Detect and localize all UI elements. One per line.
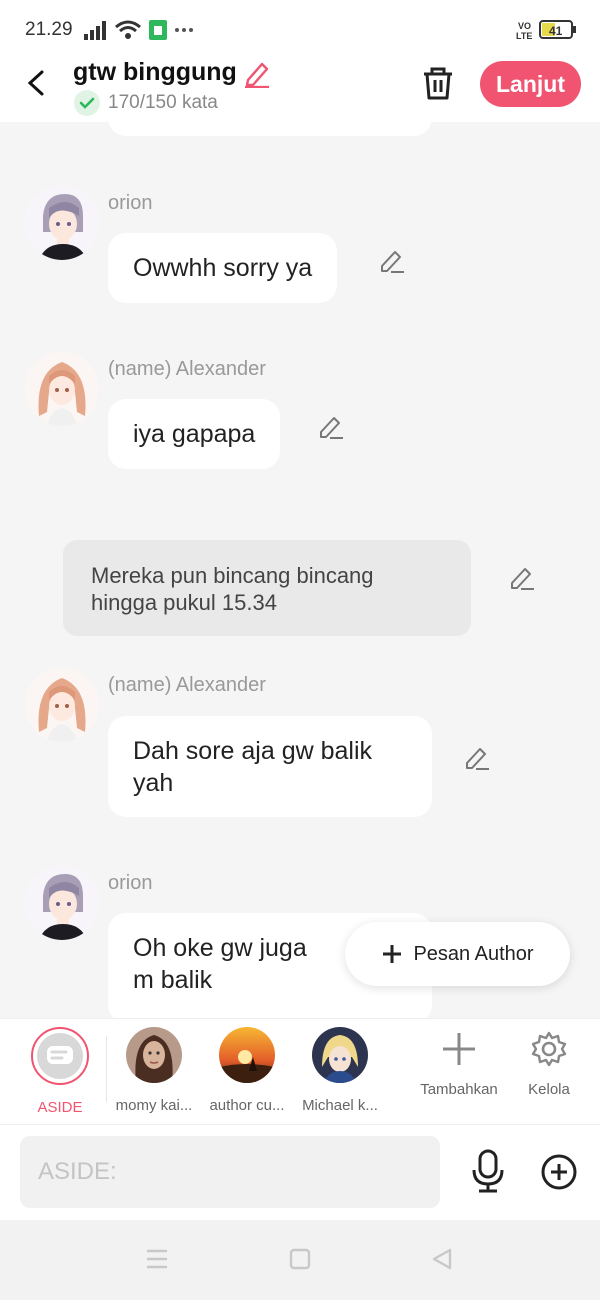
character-label: author cu... [209,1097,285,1114]
message-bubble[interactable]: Owwhh sorry ya [108,233,338,303]
edit-narration-icon[interactable] [508,563,536,591]
story-title[interactable]: gtw binggung [73,58,237,87]
svg-text:VO: VO [518,21,531,31]
character-divider [106,1036,107,1102]
avatar-alexander [25,352,99,426]
back-nav-icon[interactable] [430,1247,454,1271]
manage-label: Kelola [528,1081,570,1098]
message-bubble[interactable]: Dah sore aja gw balik yah [108,716,432,817]
home-icon[interactable] [289,1248,311,1270]
character-label: ASIDE [37,1099,83,1116]
add-label: Tambahkan [420,1081,498,1098]
character-author[interactable]: author cu... [201,1027,293,1114]
momy-avatar [126,1027,182,1083]
battery-icon: VO LTE 41 [516,20,576,41]
author-avatar [219,1027,275,1083]
word-count: 170/150 kata [108,92,218,113]
edit-message-icon[interactable] [317,412,345,440]
trash-icon[interactable] [420,64,456,102]
speaker-name: orion [108,192,153,214]
status-icons [84,20,193,40]
narration-box[interactable]: Mereka pun bincang bincang hingga pukul … [63,540,471,636]
speaker-name: (name) Alexander [108,358,266,380]
add-icon [443,1033,475,1065]
aside-avatar [31,1027,89,1085]
back-arrow-icon[interactable] [24,68,50,98]
next-button[interactable]: Lanjut [480,61,581,107]
character-aside[interactable]: ASIDE [14,1027,106,1116]
message-input[interactable] [20,1136,440,1208]
message-bubble-partial[interactable] [108,122,432,136]
avatar-alexander [25,668,99,742]
character-momy[interactable]: momy kai... [108,1027,200,1114]
svg-text:LTE: LTE [516,31,532,41]
gear-icon [531,1031,567,1067]
manage-button[interactable]: Kelola [503,1027,595,1098]
edit-title-icon[interactable] [242,58,272,88]
speaker-name: orion [108,872,153,894]
author-message-button[interactable]: Pesan Author [345,922,570,986]
message-bubble[interactable]: iya gapapa [108,399,281,469]
edit-message-icon[interactable] [378,246,406,274]
microphone-icon[interactable] [468,1148,508,1194]
plus-icon [383,945,402,963]
chat-area: orion Owwhh sorry ya (name) Alexander iy… [0,122,600,1018]
avatar-orion [25,186,99,260]
avatar-orion [25,866,99,940]
speaker-name: (name) Alexander [108,674,266,696]
character-michael[interactable]: Michael k... [294,1027,386,1114]
svg-text:41: 41 [549,24,563,38]
edit-message-icon[interactable] [463,743,491,771]
status-time: 21.29 [25,19,73,40]
check-icon [74,90,100,116]
character-label: momy kai... [115,1097,193,1114]
michael-avatar [312,1027,368,1083]
character-label: Michael k... [302,1097,378,1114]
author-message-label: Pesan Author [413,942,534,965]
menu-icon[interactable] [145,1248,169,1270]
add-circle-icon[interactable] [540,1153,578,1191]
aside-chat-icon [37,1033,83,1079]
add-character-button[interactable]: Tambahkan [413,1027,505,1098]
